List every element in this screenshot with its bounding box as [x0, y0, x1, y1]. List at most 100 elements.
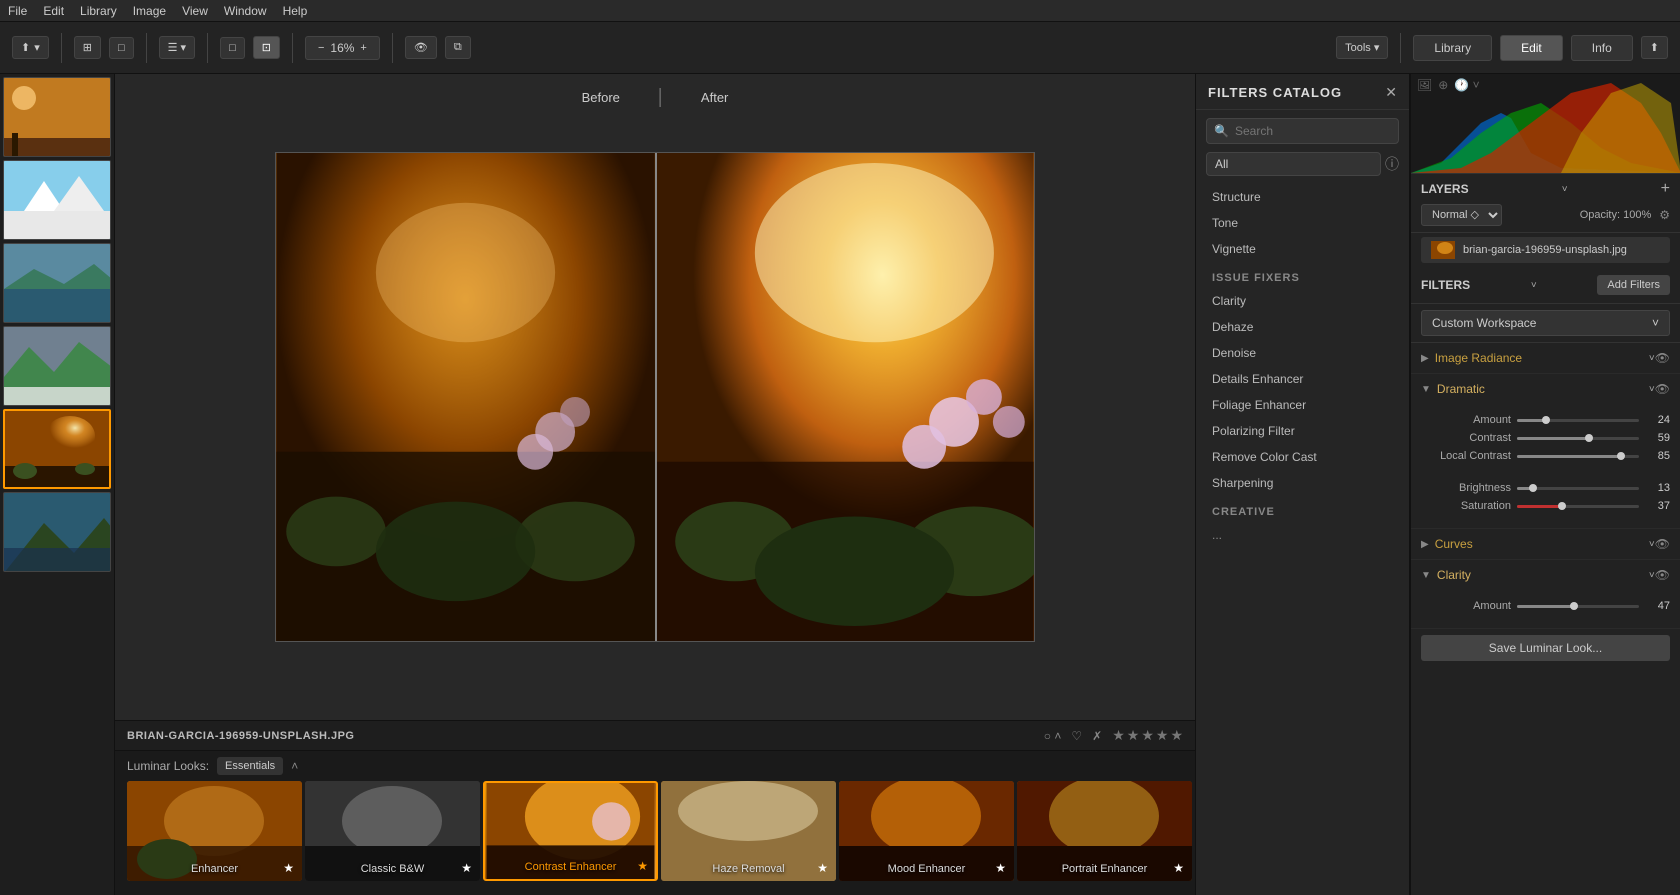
filter-item-dehaze[interactable]: Dehaze	[1196, 314, 1409, 340]
blend-mode-select[interactable]: Normal ◇	[1421, 204, 1502, 226]
look-star-bw[interactable]: ★	[461, 861, 472, 875]
single-btn[interactable]: □	[109, 37, 134, 59]
star-2[interactable]: ★	[1127, 727, 1140, 744]
look-thumb-enhancer[interactable]: Enhancer ★	[127, 781, 302, 881]
look-thumb-portrait[interactable]: Portrait Enhancer ★	[1017, 781, 1192, 881]
visibility-icon-curves[interactable]: 👁	[1655, 537, 1670, 551]
menu-edit[interactable]: Edit	[43, 4, 64, 18]
zoom-out-btn[interactable]: −	[318, 42, 324, 54]
flag-icon[interactable]: ✗	[1092, 729, 1102, 743]
layers-add-btn[interactable]: +	[1661, 180, 1670, 198]
film-thumb-6[interactable]	[3, 492, 111, 572]
add-filters-btn[interactable]: Add Filters	[1597, 275, 1670, 295]
canvas-view[interactable]: Before After	[115, 74, 1195, 720]
slider-thumb-local-contrast[interactable]	[1617, 452, 1625, 460]
compare-btn[interactable]: ⊡	[253, 36, 280, 59]
star-5[interactable]: ★	[1170, 727, 1183, 744]
menu-window[interactable]: Window	[224, 4, 267, 18]
import-btn[interactable]: ⬆ ▾	[12, 36, 49, 59]
library-tab[interactable]: Library	[1413, 35, 1492, 61]
star-rating[interactable]: ★ ★ ★ ★ ★	[1112, 727, 1183, 744]
tools-btn[interactable]: Tools ▾	[1336, 36, 1388, 59]
canvas-image[interactable]	[275, 152, 1035, 642]
heart-icon[interactable]: ♡	[1071, 729, 1082, 743]
filter-item-clarity[interactable]: Clarity	[1196, 288, 1409, 314]
visibility-icon-radiance[interactable]: 👁	[1655, 351, 1670, 365]
slider-thumb-clarity-amount[interactable]	[1570, 602, 1578, 610]
film-thumb-4[interactable]	[3, 326, 111, 406]
workspace-btn[interactable]: Custom Workspace ˅	[1421, 310, 1670, 336]
look-thumb-contrast[interactable]: Contrast Enhancer ★	[483, 781, 658, 881]
menu-help[interactable]: Help	[283, 4, 308, 18]
crop-btn[interactable]: □	[220, 37, 245, 59]
slider-thumb-amount[interactable]	[1542, 416, 1550, 424]
filter-cat-vignette[interactable]: Vignette	[1196, 236, 1409, 262]
slider-track-contrast[interactable]	[1517, 437, 1639, 440]
essentials-btn[interactable]: Essentials	[217, 757, 283, 775]
compare-toggle[interactable]: ⧉	[445, 36, 471, 59]
film-thumb-5[interactable]	[3, 409, 111, 489]
filter-item-polarizing[interactable]: Polarizing Filter	[1196, 418, 1409, 444]
slider-track-local-contrast[interactable]	[1517, 455, 1639, 458]
layers-chevron[interactable]: ˅	[1562, 184, 1568, 195]
menu-library[interactable]: Library	[80, 4, 117, 18]
look-thumb-haze[interactable]: Haze Removal ★	[661, 781, 836, 881]
film-thumb-3[interactable]	[3, 243, 111, 323]
filters-search-input[interactable]	[1206, 118, 1399, 144]
look-star-contrast[interactable]: ★	[637, 859, 648, 873]
filter-item-details[interactable]: Details Enhancer	[1196, 366, 1409, 392]
info-tab[interactable]: Info	[1571, 35, 1633, 61]
eye-btn[interactable]: 👁	[405, 36, 437, 59]
slider-track-brightness[interactable]	[1517, 487, 1639, 490]
layer-item[interactable]: brian-garcia-196959-unsplash.jpg	[1421, 237, 1670, 263]
slider-thumb-brightness[interactable]	[1529, 484, 1537, 492]
filter-cat-tone[interactable]: Tone	[1196, 210, 1409, 236]
star-3[interactable]: ★	[1141, 727, 1154, 744]
slider-track-saturation[interactable]	[1517, 505, 1639, 508]
look-star-enhancer[interactable]: ★	[283, 861, 294, 875]
menu-view[interactable]: View	[182, 4, 208, 18]
look-star-portrait[interactable]: ★	[1173, 861, 1184, 875]
filter-item-creative-more[interactable]: ...	[1196, 522, 1409, 548]
filter-row-header-dramatic[interactable]: ▼ Dramatic ˅ 👁	[1411, 374, 1680, 404]
edit-tab[interactable]: Edit	[1500, 35, 1563, 61]
split-line[interactable]	[655, 153, 657, 641]
look-star-mood[interactable]: ★	[995, 861, 1006, 875]
share-btn[interactable]: ⬆	[1641, 36, 1668, 59]
filter-item-denoise[interactable]: Denoise	[1196, 340, 1409, 366]
filters-dropdown[interactable]: All	[1206, 152, 1381, 176]
filter-cat-structure[interactable]: Structure	[1196, 184, 1409, 210]
slider-track-clarity-amount[interactable]	[1517, 605, 1639, 608]
slider-thumb-contrast[interactable]	[1585, 434, 1593, 442]
circle-icon[interactable]: ○ ˄	[1044, 729, 1062, 743]
slider-thumb-saturation[interactable]	[1558, 502, 1566, 510]
menu-image[interactable]: Image	[133, 4, 166, 18]
info-icon[interactable]: ⓘ	[1385, 154, 1399, 174]
filter-row-header-curves[interactable]: ▶ Curves ˅ 👁	[1411, 529, 1680, 559]
star-4[interactable]: ★	[1156, 727, 1169, 744]
film-thumb-1[interactable]	[3, 77, 111, 157]
visibility-icon-clarity[interactable]: 👁	[1655, 568, 1670, 582]
chevron-icon[interactable]: ˄	[291, 759, 298, 773]
slider-track-amount[interactable]	[1517, 419, 1639, 422]
filters-chevron[interactable]: ˅	[1531, 280, 1537, 291]
look-thumb-mood[interactable]: Mood Enhancer ★	[839, 781, 1014, 881]
list-btn[interactable]: ☰ ▾	[159, 36, 195, 59]
filter-item-sharpening[interactable]: Sharpening	[1196, 470, 1409, 496]
zoom-in-btn[interactable]: +	[360, 42, 366, 54]
menu-file[interactable]: File	[8, 4, 27, 18]
look-thumb-bw[interactable]: Classic B&W ★	[305, 781, 480, 881]
visibility-icon-dramatic[interactable]: 👁	[1655, 382, 1670, 396]
close-filters-btn[interactable]: ✕	[1385, 84, 1397, 101]
filter-row-header-radiance[interactable]: ▶ Image Radiance ˅ 👁	[1411, 343, 1680, 373]
save-luminar-look-btn[interactable]: Save Luminar Look...	[1421, 635, 1670, 661]
gear-icon[interactable]: ⚙	[1659, 208, 1670, 222]
separator-5	[392, 33, 393, 63]
filter-item-foliage[interactable]: Foliage Enhancer	[1196, 392, 1409, 418]
filter-row-header-clarity[interactable]: ▼ Clarity ˅ 👁	[1411, 560, 1680, 590]
look-star-haze[interactable]: ★	[817, 861, 828, 875]
filter-item-removecolor[interactable]: Remove Color Cast	[1196, 444, 1409, 470]
film-thumb-2[interactable]	[3, 160, 111, 240]
star-1[interactable]: ★	[1112, 727, 1125, 744]
grid-btn[interactable]: ⊞	[74, 36, 101, 59]
